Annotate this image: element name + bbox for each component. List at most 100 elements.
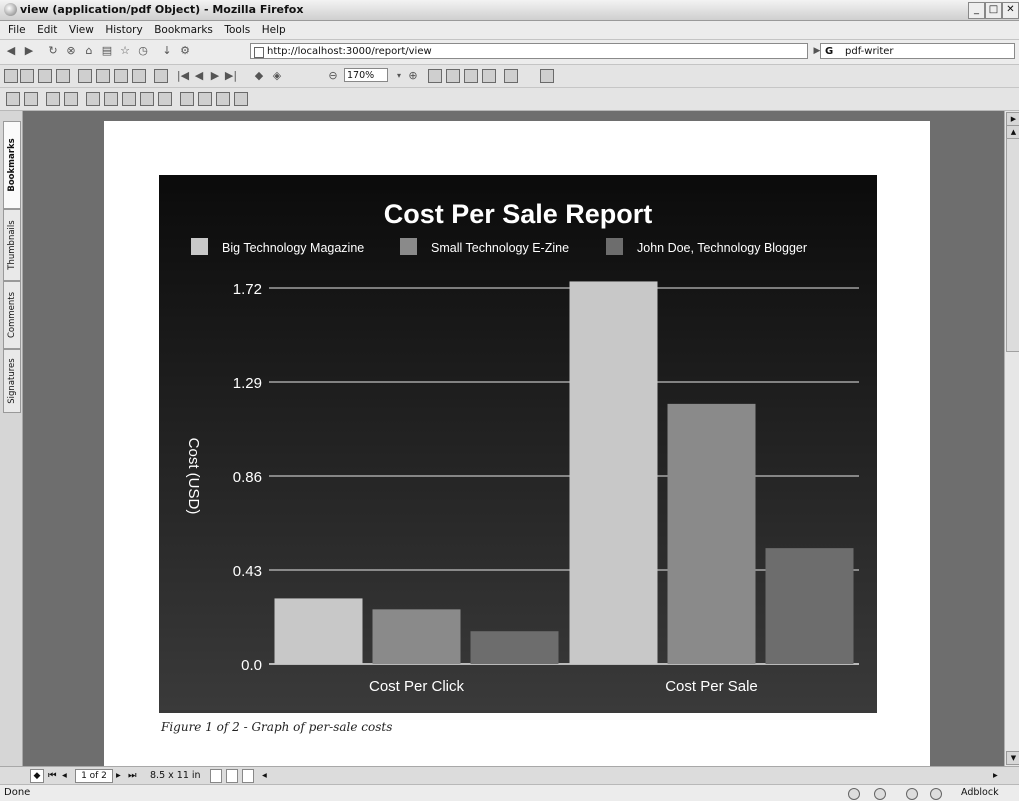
note-tool-icon[interactable] [86, 92, 100, 106]
print-icon[interactable]: ▤ [100, 44, 114, 58]
figure-caption: Figure 1 of 2 - Graph of per-sale costs [161, 720, 393, 734]
page-number-field[interactable]: 1 of 2 [75, 769, 113, 783]
first-page-icon[interactable]: |◀ [176, 69, 190, 83]
menu-help[interactable]: Help [262, 21, 286, 39]
tab-signatures[interactable]: Signatures [3, 349, 21, 413]
legend-swatch [606, 238, 623, 255]
zoom-tool-icon[interactable] [24, 92, 38, 106]
vertical-scrollbar[interactable]: ▶ ▲ ▼ [1004, 111, 1019, 766]
page-layout-icon[interactable] [154, 69, 168, 83]
pdf-document-area[interactable]: Cost Per Sale Report Big Technology Maga… [23, 111, 1004, 766]
firefox-logo-icon [4, 3, 17, 16]
find-icon[interactable] [78, 69, 92, 83]
previous-view-icon[interactable]: ◆ [252, 69, 266, 83]
status-bar: Done Adblock [0, 784, 1019, 801]
snapshot-tool-icon[interactable] [64, 92, 78, 106]
last-page-small-icon[interactable]: ⏭ [128, 769, 137, 782]
home-icon[interactable]: ⌂ [82, 44, 96, 58]
undo-icon[interactable] [56, 69, 70, 83]
extension-icon[interactable] [930, 788, 942, 800]
highlight-tool-icon[interactable] [122, 92, 136, 106]
bar [765, 548, 854, 664]
cost-per-sale-chart: Cost Per Sale Report Big Technology Maga… [159, 175, 877, 713]
sign-tool-icon[interactable] [158, 92, 172, 106]
minimize-button[interactable]: _ [968, 2, 985, 19]
scroll-left-icon[interactable]: ◂ [262, 769, 267, 782]
scrollbar-thumb[interactable] [1006, 138, 1019, 352]
select-text-icon[interactable] [96, 69, 110, 83]
zoom-select[interactable]: 170% [344, 68, 388, 82]
x-tick-label: Cost Per Click [369, 678, 465, 695]
scroll-up-arrow-icon[interactable]: ▲ [1006, 125, 1019, 139]
zoom-in-icon[interactable]: ⊕ [406, 69, 420, 83]
fit-page-icon[interactable] [446, 69, 460, 83]
stop-icon[interactable]: ⊗ [64, 44, 78, 58]
legend-label: John Doe, Technology Blogger [637, 241, 807, 255]
search-input[interactable]: G pdf-writer [820, 43, 1015, 59]
last-page-icon[interactable]: ▶| [224, 69, 238, 83]
adblock-label[interactable]: Adblock [961, 787, 999, 798]
legend-label: Small Technology E-Zine [431, 241, 569, 255]
tab-bookmarks[interactable]: Bookmarks [3, 121, 21, 209]
y-tick-label: 0.0 [241, 657, 262, 674]
download-icon[interactable]: ↓ [160, 44, 174, 58]
reload-icon[interactable]: ↻ [46, 44, 60, 58]
previous-page-icon[interactable]: ◀ [192, 69, 206, 83]
reflow-icon[interactable] [482, 69, 496, 83]
pencil-tool-icon[interactable] [104, 92, 118, 106]
menu-bookmarks[interactable]: Bookmarks [154, 21, 213, 39]
next-view-icon[interactable]: ◈ [270, 69, 284, 83]
privacy-icon[interactable] [874, 788, 886, 800]
hand-tool-icon[interactable] [6, 92, 20, 106]
rotate-icon[interactable] [504, 69, 518, 83]
actual-size-icon[interactable] [428, 69, 442, 83]
zoom-out-icon[interactable]: ⊖ [326, 69, 340, 83]
first-page-small-icon[interactable]: ⏮ [48, 769, 57, 782]
snapshot-icon[interactable] [114, 69, 128, 83]
form-tool-icon[interactable] [180, 92, 194, 106]
menu-history[interactable]: History [105, 21, 142, 39]
x-tick-label: Cost Per Sale [665, 678, 758, 695]
copy-icon[interactable] [38, 69, 52, 83]
select-tool-icon[interactable] [46, 92, 60, 106]
menu-view[interactable]: View [69, 21, 94, 39]
fit-width-icon[interactable] [464, 69, 478, 83]
menu-file[interactable]: File [8, 21, 26, 39]
stamp-tool-icon[interactable] [140, 92, 154, 106]
scroll-up-icon[interactable]: ▶ [1006, 112, 1019, 126]
maximize-button[interactable]: □ [985, 2, 1002, 19]
single-page-icon[interactable] [210, 769, 222, 783]
settings-icon[interactable]: ⚙ [178, 44, 192, 58]
back-icon[interactable]: ◀ [4, 44, 18, 58]
bookmark-icon[interactable]: ☆ [118, 44, 132, 58]
next-page-small-icon[interactable]: ▸ [116, 769, 121, 782]
close-button[interactable]: ✕ [1002, 2, 1019, 19]
menu-edit[interactable]: Edit [37, 21, 57, 39]
save-icon[interactable] [4, 69, 18, 83]
tab-signatures-label: Signatures [7, 358, 17, 404]
collapse-icon[interactable]: ◆ [30, 769, 44, 783]
prev-page-small-icon[interactable]: ◂ [62, 769, 67, 782]
help-tool-icon[interactable] [234, 92, 248, 106]
attach-icon[interactable] [132, 69, 146, 83]
security-icon[interactable] [848, 788, 860, 800]
next-page-icon[interactable]: ▶ [208, 69, 222, 83]
scroll-right-icon[interactable]: ▸ [993, 769, 998, 782]
search-engine-icon[interactable]: G [825, 44, 833, 60]
facing-icon[interactable] [242, 769, 254, 783]
reader-icon[interactable] [540, 69, 554, 83]
y-tick-label: 0.43 [233, 563, 262, 580]
spell-tool-icon[interactable] [216, 92, 230, 106]
forward-icon[interactable]: ▶ [22, 44, 36, 58]
print-icon[interactable] [20, 69, 34, 83]
history-icon[interactable]: ◷ [136, 44, 150, 58]
scroll-down-icon[interactable]: ▼ [1006, 751, 1019, 765]
tab-thumbnails[interactable]: Thumbnails [3, 209, 21, 281]
menu-tools[interactable]: Tools [224, 21, 250, 39]
tab-comments[interactable]: Comments [3, 281, 21, 349]
continuous-icon[interactable] [226, 769, 238, 783]
block-icon[interactable] [906, 788, 918, 800]
zoom-dropdown-icon[interactable]: ▾ [392, 69, 406, 83]
review-tool-icon[interactable] [198, 92, 212, 106]
url-input[interactable]: http://localhost:3000/report/view [250, 43, 808, 59]
